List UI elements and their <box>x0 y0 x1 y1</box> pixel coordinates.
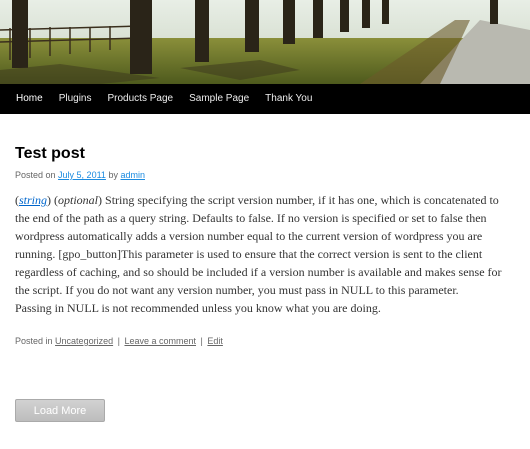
separator: | <box>117 336 120 346</box>
string-link[interactable]: string <box>19 193 47 207</box>
paragraph-text-2: Passing in NULL is not recommended unles… <box>15 301 381 315</box>
separator: | <box>200 336 203 346</box>
nav-item-home[interactable]: Home <box>0 84 51 114</box>
post-date-link[interactable]: July 5, 2011 <box>58 170 106 180</box>
post: Test post Posted on July 5, 2011 by admi… <box>15 144 515 347</box>
posted-in-label: Posted in <box>15 336 53 346</box>
paren-close: ) ( <box>47 193 59 207</box>
entry-content: (string) (optional) String specifying th… <box>15 191 515 317</box>
optional-text: optional <box>58 193 99 207</box>
nav-item-products-page[interactable]: Products Page <box>100 84 182 114</box>
edit-link[interactable]: Edit <box>207 336 223 346</box>
nav-item-plugins[interactable]: Plugins <box>51 84 100 114</box>
load-more-button[interactable]: Load More <box>15 399 105 422</box>
entry-utility: Posted in Uncategorized | Leave a commen… <box>15 335 515 347</box>
paragraph-text: ) String specifying the script version n… <box>15 193 502 297</box>
by-label: by <box>108 170 118 180</box>
entry-meta: Posted on July 5, 2011 by admin <box>15 169 515 181</box>
nav-item-sample-page[interactable]: Sample Page <box>181 84 257 114</box>
category-link[interactable]: Uncategorized <box>55 336 113 346</box>
header-image <box>0 0 530 84</box>
post-title[interactable]: Test post <box>15 144 515 164</box>
leave-comment-link[interactable]: Leave a comment <box>124 336 196 346</box>
author-link[interactable]: admin <box>120 170 145 180</box>
nav-item-thank-you[interactable]: Thank You <box>257 84 320 114</box>
main-navigation: Home Plugins Products Page Sample Page T… <box>0 84 530 114</box>
posted-on-label: Posted on <box>15 170 56 180</box>
